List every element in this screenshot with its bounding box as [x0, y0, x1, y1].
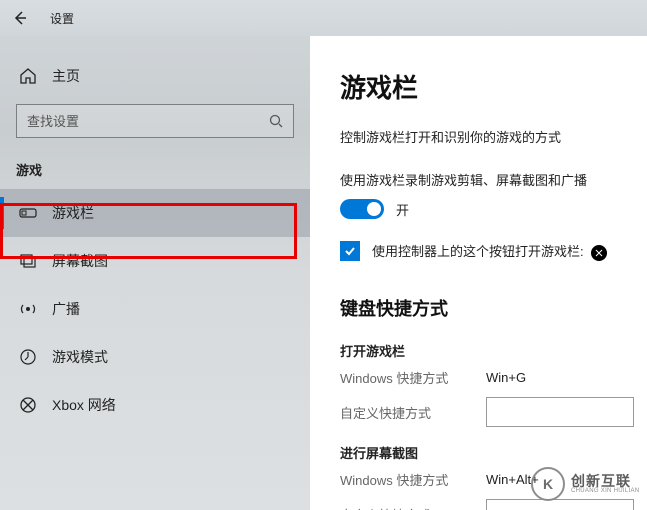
sidebar-item-broadcast[interactable]: 广播 [0, 285, 310, 333]
controller-open-checkbox[interactable] [340, 241, 360, 261]
sidebar-item-gamebar[interactable]: 游戏栏 [0, 189, 310, 237]
toggle-description: 使用游戏栏录制游戏剪辑、屏幕截图和广播 [340, 170, 647, 189]
sidebar-item-label: 屏幕截图 [52, 251, 108, 271]
watermark-brand: 创新互联 [571, 474, 639, 488]
sidebar-item-label: 广播 [52, 299, 80, 319]
shortcut-windows-value: Win+G [486, 370, 526, 385]
page-heading: 游戏栏 [340, 68, 647, 105]
sidebar-section-label: 游戏 [0, 160, 310, 189]
watermark-sub: CHUANG XIN HUILIAN [571, 488, 639, 494]
shortcut-custom-label: 自定义快捷方式 [340, 403, 486, 422]
shortcut-group-open-gamebar: 打开游戏栏 Windows 快捷方式 Win+G 自定义快捷方式 [340, 341, 647, 427]
window-title: 设置 [50, 10, 74, 27]
sidebar-item-xbox-network[interactable]: Xbox 网络 [0, 381, 310, 429]
sidebar-item-label: 游戏栏 [52, 203, 94, 223]
checkbox-label: 使用控制器上的这个按钮打开游戏栏: [372, 241, 607, 261]
watermark-logo-icon: K [531, 467, 565, 501]
content-pane: 游戏栏 控制游戏栏打开和识别你的游戏的方式 使用游戏栏录制游戏剪辑、屏幕截图和广… [310, 36, 647, 510]
shortcut-custom-label: 自定义快捷方式 [340, 505, 486, 510]
gamebar-icon [18, 203, 38, 223]
toggle-state-label: 开 [396, 200, 409, 219]
sidebar: 主页 游戏 游戏栏 [0, 36, 310, 510]
xbox-icon [18, 395, 38, 415]
shortcut-custom-input[interactable] [486, 397, 634, 427]
record-toggle[interactable] [340, 199, 384, 219]
sidebar-item-label: Xbox 网络 [52, 395, 116, 415]
shortcut-group-title: 进行屏幕截图 [340, 443, 647, 462]
shortcut-group-title: 打开游戏栏 [340, 341, 647, 360]
back-button[interactable] [10, 8, 30, 28]
home-icon [18, 66, 38, 86]
xbox-button-icon [591, 245, 607, 261]
search-box[interactable] [16, 104, 294, 138]
search-icon [259, 113, 293, 129]
shortcuts-heading: 键盘快捷方式 [340, 295, 647, 321]
gamemode-icon [18, 347, 38, 367]
shortcut-windows-label: Windows 快捷方式 [340, 470, 486, 489]
sidebar-item-label: 游戏模式 [52, 347, 108, 367]
watermark: K 创新互联 CHUANG XIN HUILIAN [531, 464, 641, 504]
screenshot-icon [18, 251, 38, 271]
page-description: 控制游戏栏打开和识别你的游戏的方式 [340, 127, 647, 146]
sidebar-item-screenshot[interactable]: 屏幕截图 [0, 237, 310, 285]
search-input[interactable] [17, 114, 259, 129]
broadcast-icon [18, 299, 38, 319]
sidebar-item-gamemode[interactable]: 游戏模式 [0, 333, 310, 381]
sidebar-home[interactable]: 主页 [0, 56, 310, 104]
shortcut-windows-label: Windows 快捷方式 [340, 368, 486, 387]
titlebar: 设置 [0, 0, 647, 36]
sidebar-home-label: 主页 [52, 66, 80, 86]
sidebar-nav: 游戏栏 屏幕截图 广播 [0, 189, 310, 429]
